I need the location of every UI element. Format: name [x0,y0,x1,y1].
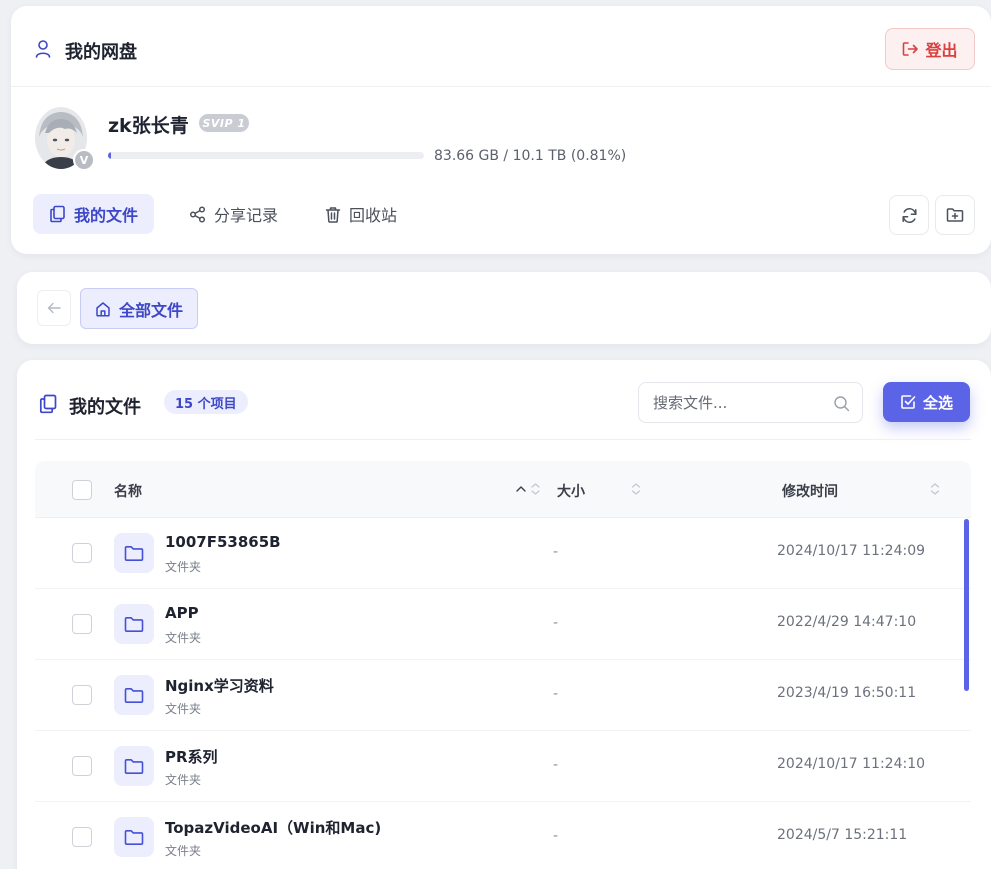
logout-label: 登出 [925,41,958,60]
row-checkbox[interactable] [72,827,92,847]
select-all-button[interactable]: 全选 [883,382,970,422]
folder-icon [124,758,144,774]
table-header: 名称 大小 修改时间 [35,461,971,518]
username: zk张长青 [108,115,189,137]
arrow-left-icon [47,302,61,314]
folder-icon-box [114,817,154,857]
breadcrumb: 全部文件 [17,272,991,344]
table-row[interactable]: PR系列 文件夹 - 2024/10/17 11:24:10 [35,731,971,802]
storage-quota-text: 83.66 GB / 10.1 TB (0.81%) [434,148,627,164]
tab-recycle-bin-label: 回收站 [349,206,398,225]
select-all-checkbox[interactable] [72,480,92,500]
back-button[interactable] [37,290,71,326]
file-size: - [553,544,559,560]
file-name[interactable]: PR系列 [165,746,218,767]
vip-badge: V [73,149,95,171]
folder-icon [124,829,144,845]
file-name[interactable]: APP [165,604,199,622]
file-name[interactable]: TopazVideoAI（Win和Mac) [165,817,381,838]
refresh-icon [901,207,917,223]
file-size: - [553,686,559,702]
column-header-name[interactable]: 名称 [114,481,142,501]
logout-icon [903,42,919,56]
tab-share-records-label: 分享记录 [214,206,279,225]
trash-icon [325,206,341,223]
folder-icon-box [114,746,154,786]
item-count-badge: 15 个项目 [164,390,248,414]
file-name[interactable]: 1007F53865B [165,533,281,551]
file-modified-date: 2022/4/29 14:47:10 [777,614,917,630]
file-list-panel: 我的文件 15 个项目 全选 名称 大小 修改时间 [17,360,991,869]
table-row[interactable]: APP 文件夹 - 2022/4/29 14:47:10 [35,589,971,660]
select-all-label: 全选 [922,393,953,412]
logout-button[interactable]: 登出 [885,28,975,70]
file-type: 文件夹 [165,560,202,574]
membership-level-badge: SVIP 1 [199,114,249,132]
row-checkbox[interactable] [72,685,92,705]
file-modified-date: 2024/10/17 11:24:10 [777,756,926,772]
tab-share-records[interactable]: 分享记录 [173,194,294,234]
divider [35,439,971,440]
search-icon[interactable] [833,395,850,412]
page-title: 我的网盘 [65,42,137,63]
sort-modified-icon[interactable] [929,481,941,497]
file-modified-date: 2024/10/17 11:24:09 [777,543,926,559]
row-checkbox[interactable] [72,543,92,563]
new-folder-button[interactable] [935,195,975,235]
file-type: 文件夹 [165,773,202,787]
share-icon [189,205,206,223]
folder-icon-box [114,533,154,573]
file-modified-date: 2024/5/7 15:21:11 [777,827,908,843]
column-header-size[interactable]: 大小 [557,481,585,501]
file-size: - [553,757,559,773]
search-input[interactable] [653,383,823,422]
file-type: 文件夹 [165,702,202,716]
breadcrumb-root-label: 全部文件 [119,300,184,320]
account-card: 我的网盘 登出 V zk张长青 SVIP 1 83.66 GB / 10.1 T… [11,6,991,254]
tab-my-files[interactable]: 我的文件 [33,194,155,234]
table-row[interactable]: TopazVideoAI（Win和Mac) 文件夹 - 2024/5/7 15:… [35,802,971,869]
file-name[interactable]: Nginx学习资料 [165,675,274,696]
files-icon [39,394,57,414]
user-icon [35,40,51,58]
folder-icon [124,687,144,703]
table-row[interactable]: 1007F53865B 文件夹 - 2024/10/17 11:24:09 [35,518,971,589]
row-checkbox[interactable] [72,614,92,634]
account-header: 我的网盘 登出 [11,6,991,87]
scrollbar-thumb[interactable] [964,519,969,691]
checkbox-checked-icon [901,395,916,409]
files-icon [50,205,65,223]
folder-icon-box [114,675,154,715]
sort-size-icon[interactable] [630,481,642,497]
breadcrumb-root[interactable]: 全部文件 [80,288,199,329]
folder-icon [124,616,144,632]
tab-recycle-bin[interactable]: 回收站 [309,194,413,234]
storage-quota-fill [108,152,111,159]
sort-name-icon[interactable] [516,481,542,497]
row-checkbox[interactable] [72,756,92,776]
file-list-title: 我的文件 [69,397,141,418]
search-box [638,382,863,423]
table-row[interactable]: Nginx学习资料 文件夹 - 2023/4/19 16:50:11 [35,660,971,731]
file-size: - [553,828,559,844]
refresh-button[interactable] [889,195,929,235]
column-header-modified[interactable]: 修改时间 [782,481,838,501]
folder-plus-icon [946,208,964,222]
folder-icon [124,545,144,561]
file-modified-date: 2023/4/19 16:50:11 [777,685,917,701]
storage-quota-bar [108,152,424,159]
file-type: 文件夹 [165,631,202,645]
folder-icon-box [114,604,154,644]
tab-my-files-label: 我的文件 [74,206,139,225]
home-icon [96,301,110,317]
file-size: - [553,615,559,631]
file-type: 文件夹 [165,844,202,858]
